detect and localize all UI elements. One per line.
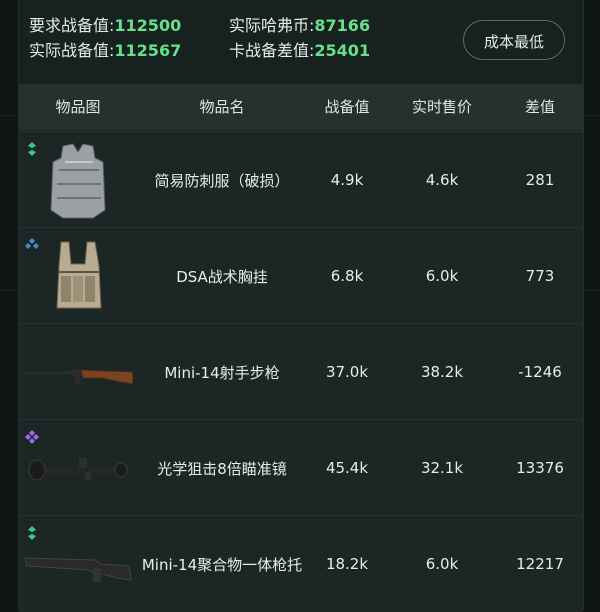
item-difference: 13376 bbox=[516, 459, 564, 477]
background-grid bbox=[0, 290, 18, 291]
item-difference: 12217 bbox=[516, 555, 564, 573]
column-header-readiness[interactable]: 战备值 bbox=[307, 84, 387, 130]
vest-icon bbox=[50, 143, 106, 219]
item-name: Mini-14射手步枪 bbox=[164, 363, 280, 382]
table-row[interactable]: 光学狙击8倍瞄准镜 45.4k 32.1k 13376 bbox=[19, 419, 583, 516]
item-name: DSA战术胸挂 bbox=[176, 267, 268, 286]
stats-header: 要求战备值:112500 实际战备值:112567 实际哈弗币:87166 卡战… bbox=[19, 0, 583, 84]
item-difference: 281 bbox=[525, 171, 555, 189]
scope-icon bbox=[28, 458, 129, 481]
item-name: 简易防刺服（破损） bbox=[154, 171, 290, 190]
readiness-difference: 卡战备差值:25401 bbox=[229, 41, 370, 61]
background-grid bbox=[582, 290, 600, 291]
item-price: 6.0k bbox=[425, 555, 459, 573]
item-name: Mini-14聚合物一体枪托 bbox=[141, 555, 303, 574]
table-row[interactable]: Mini-14射手步枪 37.0k 38.2k -1246 bbox=[19, 323, 583, 420]
actual-currency: 实际哈弗币:87166 bbox=[229, 16, 370, 36]
item-readiness: 4.9k bbox=[330, 171, 364, 189]
item-price: 6.0k bbox=[425, 267, 459, 285]
item-readiness: 6.8k bbox=[330, 267, 364, 285]
actual-readiness-label: 实际战备值: bbox=[29, 41, 115, 60]
readiness-difference-label: 卡战备差值: bbox=[229, 41, 315, 60]
column-header-name[interactable]: 物品名 bbox=[137, 84, 307, 130]
background-grid bbox=[582, 115, 600, 116]
item-price: 32.1k bbox=[420, 459, 464, 477]
table-header: 物品图 物品名 战备值 实时售价 差值 bbox=[19, 84, 583, 130]
item-difference: 773 bbox=[525, 267, 555, 285]
table-row[interactable]: DSA战术胸挂 6.8k 6.0k 773 bbox=[19, 227, 583, 324]
column-header-price[interactable]: 实时售价 bbox=[387, 84, 497, 130]
item-difference: -1246 bbox=[518, 363, 562, 381]
item-readiness: 18.2k bbox=[325, 555, 369, 573]
required-readiness: 要求战备值:112500 bbox=[29, 16, 181, 36]
column-header-difference[interactable]: 差值 bbox=[497, 84, 583, 130]
item-name: 光学狙击8倍瞄准镜 bbox=[157, 459, 287, 478]
rifle-icon bbox=[25, 369, 133, 385]
item-price: 4.6k bbox=[425, 171, 459, 189]
lowest-cost-button[interactable]: 成本最低 bbox=[463, 20, 565, 60]
required-readiness-value: 112500 bbox=[114, 16, 182, 35]
item-readiness: 45.4k bbox=[325, 459, 369, 477]
actual-readiness-value: 112567 bbox=[114, 41, 182, 60]
background-grid bbox=[0, 115, 18, 116]
item-price: 38.2k bbox=[420, 363, 464, 381]
table-row[interactable]: 简易防刺服（破损） 4.9k 4.6k 281 bbox=[19, 131, 583, 228]
stock-icon bbox=[24, 557, 132, 582]
readiness-difference-value: 25401 bbox=[314, 41, 371, 60]
table-row[interactable]: Mini-14聚合物一体枪托 18.2k 6.0k 12217 bbox=[19, 515, 583, 612]
actual-currency-value: 87166 bbox=[314, 16, 371, 35]
required-readiness-label: 要求战备值: bbox=[29, 16, 115, 35]
actual-readiness: 实际战备值:112567 bbox=[29, 41, 181, 61]
column-header-image[interactable]: 物品图 bbox=[19, 84, 137, 130]
actual-currency-label: 实际哈弗币: bbox=[229, 16, 315, 35]
loadout-panel: 要求战备值:112500 实际战备值:112567 实际哈弗币:87166 卡战… bbox=[18, 0, 584, 612]
item-readiness: 37.0k bbox=[325, 363, 369, 381]
chest-rig-icon bbox=[56, 241, 102, 309]
